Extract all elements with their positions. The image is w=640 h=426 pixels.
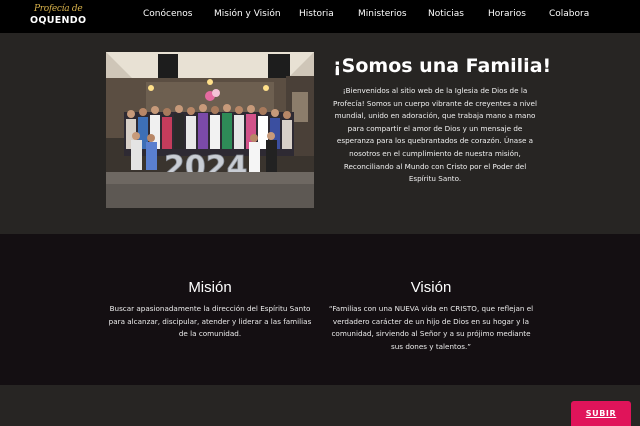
group-photo-illustration: 2024 [106,52,314,208]
logo-script-text: Profecía de [34,4,83,14]
nav-item-mision-vision[interactable]: Misión y Visión [214,9,281,19]
hero-description: ¡Bienvenidos al sitio web de la Iglesia … [333,86,537,184]
mision-text: Buscar apasionadamente la dirección del … [108,304,312,339]
vision-text: “Familias con una NUEVA vida en CRISTO, … [328,304,534,351]
top-navbar: Profecía de OQUENDO Conócenos Misión y V… [0,0,640,33]
nav-item-ministerios[interactable]: Ministerios [358,9,407,19]
nav-item-conocenos[interactable]: Conócenos [143,9,192,19]
vision-title: Visión [410,279,452,296]
group-photo: 2024 [106,52,314,208]
nav-item-colabora[interactable]: Colabora [549,9,589,19]
nav-item-historia[interactable]: Historia [299,9,334,19]
logo-main-text: OQUENDO [30,15,87,26]
site-logo[interactable]: Profecía de OQUENDO [30,2,86,30]
nav-item-horarios[interactable]: Horarios [488,9,526,19]
scroll-top-button[interactable]: SUBIR [571,401,631,426]
hero-section: 2024 ¡Somos una Familia! ¡Bienvenidos al… [0,33,640,234]
mision-title: Misión [188,279,232,296]
vision-block: Visión “Familias con una NUEVA vida en C… [326,279,536,353]
mision-block: Misión Buscar apasionadamente la direcci… [104,279,316,341]
hero-title: ¡Somos una Familia! [333,55,552,77]
nav-item-noticias[interactable]: Noticias [428,9,464,19]
next-section [0,385,640,426]
mission-vision-section: Misión Buscar apasionadamente la direcci… [0,234,640,385]
